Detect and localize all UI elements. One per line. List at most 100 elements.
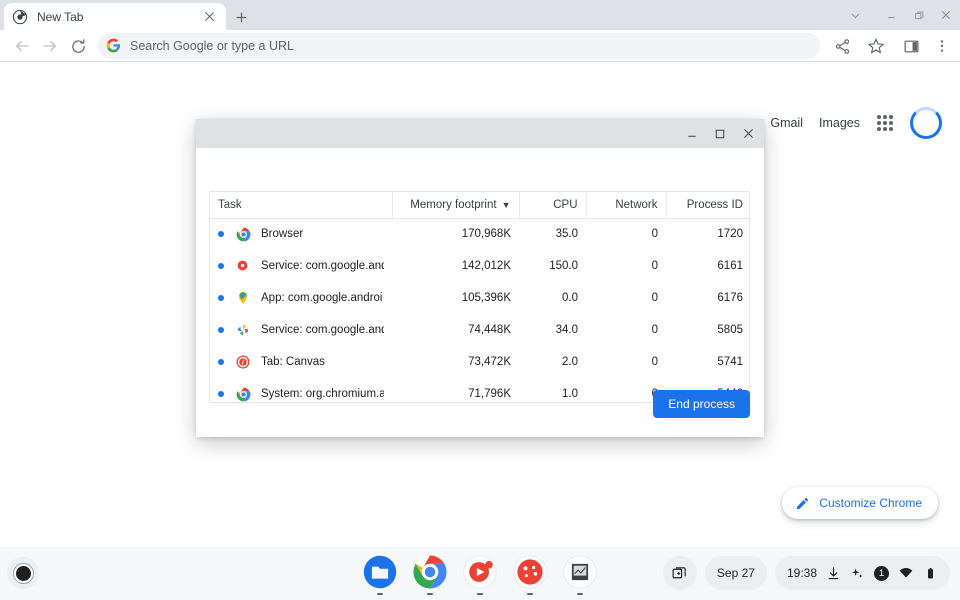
chevron-down-icon[interactable] [840, 0, 870, 30]
omnibox[interactable]: Search Google or type a URL [98, 33, 820, 59]
youtube-music-app[interactable] [462, 554, 498, 595]
cell-pid: 5805 [666, 314, 749, 346]
wifi-icon[interactable] [898, 565, 914, 581]
notification-badge[interactable]: 1 [874, 565, 889, 581]
cell-network: 0 [586, 250, 666, 282]
download-icon[interactable] [826, 566, 841, 581]
images-link[interactable]: Images [819, 116, 860, 130]
table-row[interactable]: Tab: Canvas 73,472K 2.0 0 5741 [210, 346, 749, 378]
cell-pid: 6161 [666, 250, 749, 282]
launcher-icon [15, 565, 31, 581]
column-header-pid[interactable]: Process ID [666, 192, 749, 219]
terminal-app[interactable] [562, 554, 598, 595]
window-restore-button[interactable] [904, 0, 934, 30]
table-row[interactable]: App: com.google.androi 105,396K 0.0 0 6176 [210, 282, 749, 314]
task-manager-body: Task Memory footprint ▼ CPU Network Proce… [196, 148, 764, 437]
sparkle-icon[interactable] [850, 566, 865, 581]
task-manager-table: Task Memory footprint ▼ CPU Network Proce… [210, 192, 749, 402]
cell-memory: 71,796K [392, 378, 519, 402]
task-manager-title-bar[interactable] [196, 119, 764, 148]
tab-strip: New Tab [0, 0, 960, 30]
tab-title: New Tab [37, 9, 84, 24]
three-dot-menu-icon[interactable] [930, 34, 954, 58]
close-icon[interactable] [200, 8, 218, 26]
google-red-dot-icon [236, 259, 251, 274]
task-manager-table-container[interactable]: Task Memory footprint ▼ CPU Network Proce… [209, 191, 750, 403]
cell-task: Browser [210, 218, 392, 250]
browser-window: New Tab Search Google or type a URL Gmai… [0, 0, 960, 600]
task-label: Service: com.google.and [261, 324, 384, 336]
tray-time: 19:38 [786, 566, 817, 580]
shelf: Sep 27 19:38 1 [0, 547, 960, 600]
cell-cpu: 35.0 [519, 218, 586, 250]
task-manager-close-button[interactable] [734, 119, 762, 148]
chrome-icon [12, 9, 28, 25]
gmail-link[interactable]: Gmail [770, 116, 803, 130]
window-minimize-button[interactable] [876, 0, 906, 30]
task-label: Service: com.google.and [261, 260, 384, 272]
column-header-memory[interactable]: Memory footprint ▼ [392, 192, 520, 219]
avatar[interactable] [910, 107, 942, 139]
task-label: Browser [261, 228, 304, 241]
cell-cpu: 0.0 [519, 282, 586, 314]
browser-tab[interactable]: New Tab [4, 3, 226, 30]
customize-chrome-button[interactable]: Customize Chrome [782, 487, 938, 519]
reload-icon[interactable] [66, 34, 90, 58]
cell-memory: 170,968K [392, 218, 519, 250]
chrome-app[interactable] [412, 554, 448, 595]
new-tab-button[interactable] [228, 5, 254, 29]
column-header-network[interactable]: Network [586, 192, 667, 219]
recorder-app[interactable] [512, 554, 548, 595]
column-header-cpu-label: CPU [553, 198, 578, 211]
battery-icon[interactable] [923, 566, 938, 581]
app-running-indicator [477, 593, 483, 595]
date-tray-button[interactable]: Sep 27 [704, 556, 767, 590]
forward-arrow-icon[interactable] [38, 34, 62, 58]
google-g-icon [106, 38, 122, 54]
back-arrow-icon[interactable] [10, 34, 34, 58]
share-icon[interactable] [830, 34, 854, 58]
app-running-indicator [527, 593, 533, 595]
customize-chrome-label: Customize Chrome [819, 496, 922, 510]
task-manager-minimize-button[interactable] [678, 119, 706, 148]
cell-cpu: 1.0 [519, 378, 586, 402]
table-header: Task Memory footprint ▼ CPU Network Proce… [210, 192, 749, 219]
table-body: Browser 170,968K 35.0 0 1720 Service: com.goo… [210, 218, 749, 402]
cell-task: Tab: Canvas [210, 346, 392, 378]
table-row[interactable]: Browser 170,968K 35.0 0 1720 [210, 218, 749, 250]
cell-cpu: 150.0 [519, 250, 586, 282]
window-close-button[interactable] [931, 0, 960, 30]
cell-pid: 6176 [666, 282, 749, 314]
table-row[interactable]: Service: com.google.and 74,448K 34.0 0 5805 [210, 314, 749, 346]
side-panel-icon[interactable] [899, 34, 923, 58]
row-bullet-icon [218, 263, 224, 269]
row-bullet-icon [218, 231, 224, 238]
cell-cpu: 2.0 [519, 346, 586, 378]
column-header-cpu[interactable]: CPU [519, 192, 587, 219]
cell-cpu: 34.0 [519, 314, 586, 346]
cell-task: Service: com.google.and [210, 314, 392, 346]
task-label: System: org.chromium.a [261, 388, 384, 400]
task-manager-maximize-button[interactable] [706, 119, 734, 148]
status-tray-button[interactable]: 19:38 1 [774, 556, 950, 590]
column-header-pid-label: Process ID [686, 198, 743, 211]
cell-memory: 74,448K [392, 314, 519, 346]
app-running-indicator [427, 593, 433, 595]
table-row[interactable]: Service: com.google.and 142,012K 150.0 0 616… [210, 250, 749, 282]
app-running-indicator [577, 593, 583, 595]
end-process-button[interactable]: End process [653, 390, 750, 418]
screen-capture-button[interactable] [662, 556, 697, 590]
launcher-button[interactable] [7, 557, 39, 589]
column-header-task[interactable]: Task [210, 192, 393, 219]
star-icon[interactable] [864, 34, 888, 58]
files-app[interactable] [362, 554, 398, 595]
cell-task: Service: com.google.and [210, 250, 392, 282]
row-bullet-icon [218, 295, 224, 301]
cell-network: 0 [586, 346, 666, 378]
column-header-task-label: Task [218, 198, 242, 211]
task-label: App: com.google.androi [261, 292, 383, 304]
canvas-icon [236, 355, 251, 370]
cell-network: 0 [586, 314, 666, 346]
apps-grid-icon[interactable] [876, 114, 894, 132]
task-manager-dialog: Task Memory footprint ▼ CPU Network Proce… [196, 119, 764, 437]
